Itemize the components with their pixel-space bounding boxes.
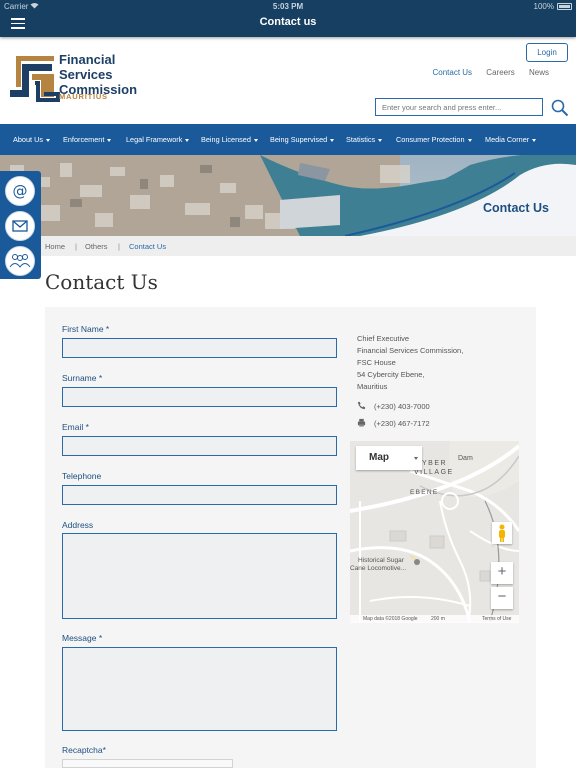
chevron-down-icon xyxy=(414,457,418,460)
nav-item-consumer-protection[interactable]: Consumer Protection xyxy=(396,135,472,144)
top-links: Contact Us Careers News xyxy=(420,68,549,77)
app-bar: Carrier 5:03 PM 100% Contact us xyxy=(0,0,576,37)
breadcrumb: Home | Others | Contact Us xyxy=(0,236,576,256)
contact-line: FSC House xyxy=(357,358,396,367)
surname-field[interactable] xyxy=(62,387,337,407)
map-footer: Map data ©2018 Google 200 m Terms of Use xyxy=(350,615,519,623)
map-scale: 200 m xyxy=(431,616,445,622)
first-name-field[interactable] xyxy=(62,338,337,358)
search-input[interactable] xyxy=(375,98,543,116)
side-contact-panel: @ xyxy=(0,171,41,279)
message-label: Message * xyxy=(62,633,103,643)
recaptcha-label: Recaptcha* xyxy=(62,745,106,755)
nav-item-legal-framework[interactable]: Legal Framework xyxy=(126,135,190,144)
caret-down-icon xyxy=(185,138,190,142)
page-title: Contact Us xyxy=(45,270,158,294)
map-attribution: Map data ©2018 Google xyxy=(363,616,418,622)
caret-down-icon xyxy=(532,138,537,142)
nav-item-being-supervised[interactable]: Being Supervised xyxy=(270,135,335,144)
login-button[interactable]: Login xyxy=(526,43,568,62)
message-field[interactable] xyxy=(62,647,337,731)
map-label-ebene: EBENE xyxy=(410,489,439,496)
contact-line: Chief Executive xyxy=(357,334,410,343)
nav-item-about-us[interactable]: About Us xyxy=(13,135,51,144)
contact-line: Financial Services Commission, xyxy=(357,346,464,355)
search-icon[interactable] xyxy=(551,99,569,117)
svg-text:@: @ xyxy=(13,182,28,200)
surname-label: Surname * xyxy=(62,373,103,383)
fax-number: (+230) 467-7172 xyxy=(374,419,430,428)
caret-down-icon xyxy=(46,138,51,142)
street-view-pegman-icon[interactable] xyxy=(492,522,512,544)
zoom-out-button[interactable]: − xyxy=(491,587,513,609)
caret-down-icon xyxy=(253,138,258,142)
breadcrumb-separator: | xyxy=(75,242,77,251)
nav-item-enforcement[interactable]: Enforcement xyxy=(63,135,112,144)
logo-wordmark: Financial Services Commission xyxy=(59,52,138,97)
banner-title: Contact Us xyxy=(483,201,549,215)
map-label-village: VILLAGE xyxy=(414,469,454,476)
map-label-dam: Dam xyxy=(458,455,473,462)
careers-link[interactable]: Careers xyxy=(486,68,514,77)
recaptcha-widget[interactable] xyxy=(62,759,233,768)
status-time: 5:03 PM xyxy=(272,2,304,11)
nav-item-media-corner[interactable]: Media Corner xyxy=(485,135,537,144)
map-label-cyber: YBER xyxy=(422,460,448,467)
logo-subtitle: MAURITIUS xyxy=(59,92,108,101)
breadcrumb-current: Contact Us xyxy=(129,242,167,251)
phone-number: (+230) 403-7000 xyxy=(374,402,430,411)
email-label: Email * xyxy=(62,422,89,432)
caret-down-icon xyxy=(378,138,383,142)
map-type-selector[interactable]: Map xyxy=(356,446,422,470)
battery-percent: 100% xyxy=(533,2,554,11)
breadcrumb-home[interactable]: Home xyxy=(45,242,65,251)
people-icon[interactable] xyxy=(5,246,35,276)
news-link[interactable]: News xyxy=(529,68,549,77)
phone-icon xyxy=(357,401,366,410)
contact-line: 54 Cybercity Ebene, xyxy=(357,370,425,379)
at-icon[interactable]: @ xyxy=(5,176,35,206)
battery-icon xyxy=(557,3,572,10)
telephone-label: Telephone xyxy=(62,471,102,481)
map-label-poi: Historical Sugar xyxy=(358,557,404,564)
mail-icon[interactable] xyxy=(5,211,35,241)
telephone-field[interactable] xyxy=(62,485,337,505)
map-terms-link[interactable]: Terms of Use xyxy=(482,616,511,622)
caret-down-icon xyxy=(467,138,472,142)
nav-item-being-licensed[interactable]: Being Licensed xyxy=(201,135,258,144)
contact-line: Mauritius xyxy=(357,382,388,391)
fax-icon xyxy=(357,418,366,427)
breadcrumb-others[interactable]: Others xyxy=(85,242,108,251)
first-name-label: First Name * xyxy=(62,324,110,334)
app-bar-title: Contact us xyxy=(259,16,317,28)
nav-item-statistics[interactable]: Statistics xyxy=(346,135,383,144)
address-field[interactable] xyxy=(62,533,337,619)
address-label: Address xyxy=(62,520,94,530)
caret-down-icon xyxy=(330,138,335,142)
status-bar: Carrier 5:03 PM 100% xyxy=(0,2,576,12)
breadcrumb-separator: | xyxy=(118,242,120,251)
main-nav: About Us Enforcement Legal Framework Bei… xyxy=(0,124,576,155)
caret-down-icon xyxy=(107,138,112,142)
zoom-in-button[interactable]: + xyxy=(491,562,513,584)
email-field[interactable] xyxy=(62,436,337,456)
map-label-poi: Cane Locomotive... xyxy=(350,565,407,572)
contact-us-link[interactable]: Contact Us xyxy=(432,68,472,77)
city-banner-image xyxy=(0,155,576,236)
